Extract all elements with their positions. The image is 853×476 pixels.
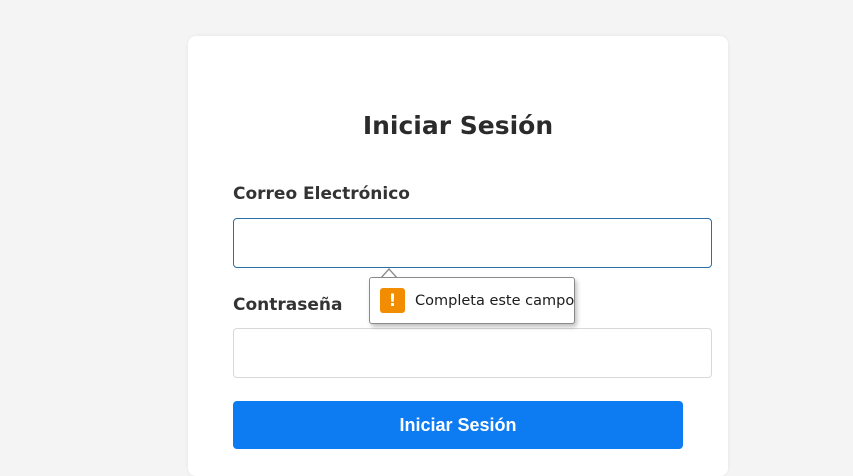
validation-message: Completa este campo [415, 292, 575, 309]
password-field[interactable] [233, 328, 712, 378]
email-label: Correo Electrónico [233, 184, 410, 204]
warning-icon: ! [380, 288, 405, 313]
validation-tooltip: ! Completa este campo [369, 277, 575, 324]
email-field[interactable] [233, 218, 712, 268]
page-title: Iniciar Sesión [362, 111, 554, 140]
login-card: Iniciar Sesión Correo Electrónico Contra… [188, 36, 728, 476]
login-submit-button[interactable]: Iniciar Sesión [233, 401, 683, 449]
password-label: Contraseña [233, 295, 343, 315]
